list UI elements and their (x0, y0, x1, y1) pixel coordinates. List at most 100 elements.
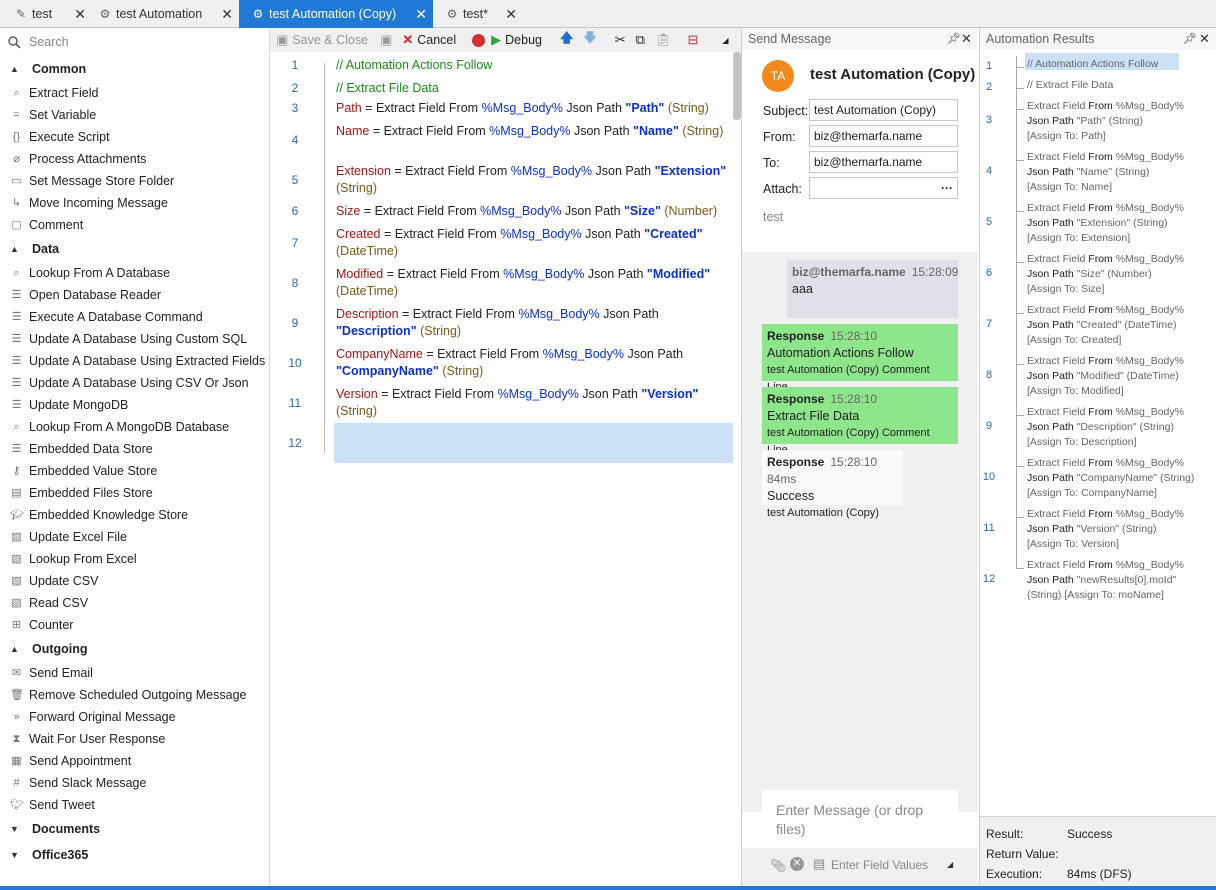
toolbox-item[interactable]: ⌕ Lookup From A Database (0, 262, 269, 284)
automation-editor[interactable]: 1 // Automation Actions Follow 2 // Extract… (270, 52, 741, 890)
result-entry[interactable]: Extract Field From %Msg_Body% Json Path "… (1027, 507, 1203, 553)
result-entry[interactable]: Extract Field From %Msg_Body% Json Path "… (1027, 558, 1203, 604)
result-entry[interactable]: Extract Field From %Msg_Body% Json Path "… (1027, 150, 1203, 196)
cancel-button[interactable]: ✕ Cancel (402, 32, 456, 48)
close-icon[interactable]: ✕ (505, 6, 517, 23)
result-entry[interactable]: Extract Field From %Msg_Body% Json Path "… (1027, 99, 1203, 145)
close-icon[interactable]: ✕ (74, 6, 86, 23)
code-line[interactable]: Modified = Extract Field From %Msg_Body%… (336, 266, 736, 300)
toolbox-item[interactable]: ☰ Update A Database Using Extracted Field… (0, 350, 269, 372)
toolbox-item[interactable]: ⊞ Counter (0, 614, 269, 636)
close-icon[interactable]: ✕ (961, 31, 972, 47)
editor-scrollbar[interactable] (733, 52, 741, 120)
search-box[interactable]: Search (0, 28, 269, 56)
result-entry[interactable]: Extract Field From %Msg_Body% Json Path "… (1027, 354, 1203, 400)
code-line[interactable]: Version = Extract Field From %Msg_Body% … (336, 386, 736, 420)
field-values-button[interactable]: Enter Field Values (831, 858, 928, 872)
toolbox-item[interactable]: ▧ Lookup From Excel (0, 548, 269, 570)
collapse-icon[interactable]: ▲ (10, 244, 20, 254)
toolbox-item[interactable]: ▤ Embedded Files Store (0, 482, 269, 504)
save-close-button[interactable]: ▣ Save & Close (276, 32, 368, 48)
result-entry[interactable]: Extract Field From %Msg_Body% Json Path "… (1027, 405, 1203, 451)
tab-test[interactable]: ✎ test ✕ (0, 0, 92, 28)
code-line[interactable]: Name = Extract Field From %Msg_Body% Jso… (336, 123, 736, 140)
tab-test-automation-copy[interactable]: ⚙ test Automation (Copy) ✕ (239, 0, 433, 28)
code-line[interactable]: // Extract File Data (336, 80, 736, 97)
expand-icon[interactable]: ▼ (10, 850, 20, 860)
result-entry[interactable]: Extract Field From %Msg_Body% Json Path "… (1027, 252, 1203, 298)
toolbox-item[interactable]: ⌕ Extract Field (0, 82, 269, 104)
toolbox-item[interactable]: ⧗ Wait For User Response (0, 728, 269, 750)
clear-icon[interactable]: ✕ (790, 857, 804, 871)
toolbox-item[interactable]: ▭ Set Message Store Folder (0, 170, 269, 192)
debug-button[interactable]: ▶ Debug (491, 32, 542, 48)
message-body[interactable]: test (763, 210, 783, 224)
code-line[interactable]: // Automation Actions Follow (336, 57, 736, 74)
toolbox-item[interactable]: ▧ Update CSV (0, 570, 269, 592)
save-button[interactable]: ▣ (380, 32, 396, 48)
toolbox-item[interactable]: ☰ Update A Database Using CSV Or Json (0, 372, 269, 394)
toolbox-item[interactable]: » Forward Original Message (0, 706, 269, 728)
paste-button[interactable]: 📋︎ (655, 32, 676, 48)
close-icon[interactable]: ✕ (221, 6, 233, 23)
group-header-documents[interactable]: ▼ Documents (0, 816, 269, 842)
collapse-icon[interactable]: ▲ (10, 644, 20, 654)
move-up-button[interactable]: 🡅 (560, 29, 577, 51)
toolbox-item[interactable]: ▧ Read CSV (0, 592, 269, 614)
toolbox-item[interactable]: ▧ Update Excel File (0, 526, 269, 548)
code-line[interactable]: Size = Extract Field From %Msg_Body% Jso… (336, 203, 736, 220)
close-icon[interactable]: ✕ (1199, 31, 1210, 47)
pin-icon[interactable]: 📌︎ (1183, 32, 1197, 45)
toolbox-item[interactable]: ☰ Update MongoDB (0, 394, 269, 416)
collapse-icon[interactable]: ▲ (10, 64, 20, 74)
code-line[interactable]: Created = Extract Field From %Msg_Body% … (336, 226, 736, 260)
group-header-office365[interactable]: ▼ Office365 (0, 842, 269, 868)
code-line[interactable]: Path = Extract Field From %Msg_Body% Jso… (336, 100, 736, 117)
collapse-button[interactable]: ⊟ (687, 32, 702, 48)
toolbox-item[interactable]: 🎓︎ Embedded Knowledge Store (0, 504, 269, 526)
cut-button[interactable]: ✂ (615, 32, 630, 48)
tab-test-star[interactable]: ⚙ test* ✕ (433, 0, 523, 28)
result-entry[interactable]: Extract Field From %Msg_Body% Json Path "… (1027, 201, 1203, 247)
code-line[interactable]: Extension = Extract Field From %Msg_Body… (336, 163, 736, 197)
message-composer[interactable]: Enter Message (or drop files) (762, 790, 958, 848)
move-down-button[interactable]: 🡇 (583, 29, 600, 51)
paperclip-icon[interactable]: 📎︎ (770, 858, 787, 874)
breakpoint-button[interactable] (472, 33, 486, 47)
pin-icon[interactable]: 📌︎ (947, 32, 961, 45)
toolbox-item[interactable]: ✉ Send Email (0, 662, 269, 684)
toolbox-item[interactable]: # Send Slack Message (0, 772, 269, 794)
toolbox-item[interactable]: ⌕ Lookup From A MongoDB Database (0, 416, 269, 438)
toolbox-item[interactable]: 🗑︎ Remove Scheduled Outgoing Message (0, 684, 269, 706)
toolbox-item[interactable]: 🐦︎ Send Tweet (0, 794, 269, 816)
toolbox-item[interactable]: ▦ Send Appointment (0, 750, 269, 772)
toolbox-item[interactable]: ▢ Comment (0, 214, 269, 236)
result-entry[interactable]: Extract Field From %Msg_Body% Json Path "… (1027, 456, 1203, 502)
result-entry[interactable]: Extract Field From %Msg_Body% Json Path "… (1027, 303, 1203, 349)
subject-field[interactable]: test Automation (Copy) (809, 99, 958, 121)
from-field[interactable]: biz@themarfa.name (809, 125, 958, 147)
toolbar-overflow-button[interactable]: ◢ (722, 36, 728, 45)
toolbox-item[interactable]: ☰ Execute A Database Command (0, 306, 269, 328)
code-line[interactable]: CompanyName = Extract Field From %Msg_Bo… (336, 346, 736, 380)
attach-field[interactable]: ··· (809, 177, 958, 199)
toolbox-item[interactable]: ⌀ Process Attachments (0, 148, 269, 170)
toolbox-item[interactable]: ⚷ Embedded Value Store (0, 460, 269, 482)
copy-button[interactable]: ⧉ (636, 32, 649, 48)
code-line[interactable]: Description = Extract Field From %Msg_Bo… (336, 306, 736, 340)
toolbox-item[interactable]: {} Execute Script (0, 126, 269, 148)
group-header-common[interactable]: ▲ Common (0, 56, 269, 82)
more-icon[interactable]: ··· (941, 181, 953, 195)
result-entry[interactable]: // Extract File Data (1027, 78, 1203, 93)
group-header-data[interactable]: ▲ Data (0, 236, 269, 262)
toolbox-item[interactable]: ☰ Open Database Reader (0, 284, 269, 306)
toolbox-item[interactable]: ☰ Update A Database Using Custom SQL (0, 328, 269, 350)
close-icon[interactable]: ✕ (415, 6, 427, 23)
group-header-outgoing[interactable]: ▲ Outgoing (0, 636, 269, 662)
toolbox-item[interactable]: ↳ Move Incoming Message (0, 192, 269, 214)
toolbox-item[interactable]: ☰ Embedded Data Store (0, 438, 269, 460)
tab-test-automation[interactable]: ⚙ test Automation ✕ (92, 0, 239, 28)
to-field[interactable]: biz@themarfa.name (809, 151, 958, 173)
resize-grip-icon[interactable]: ◢ (947, 860, 953, 869)
result-entry[interactable]: // Automation Actions Follow (1027, 57, 1203, 72)
